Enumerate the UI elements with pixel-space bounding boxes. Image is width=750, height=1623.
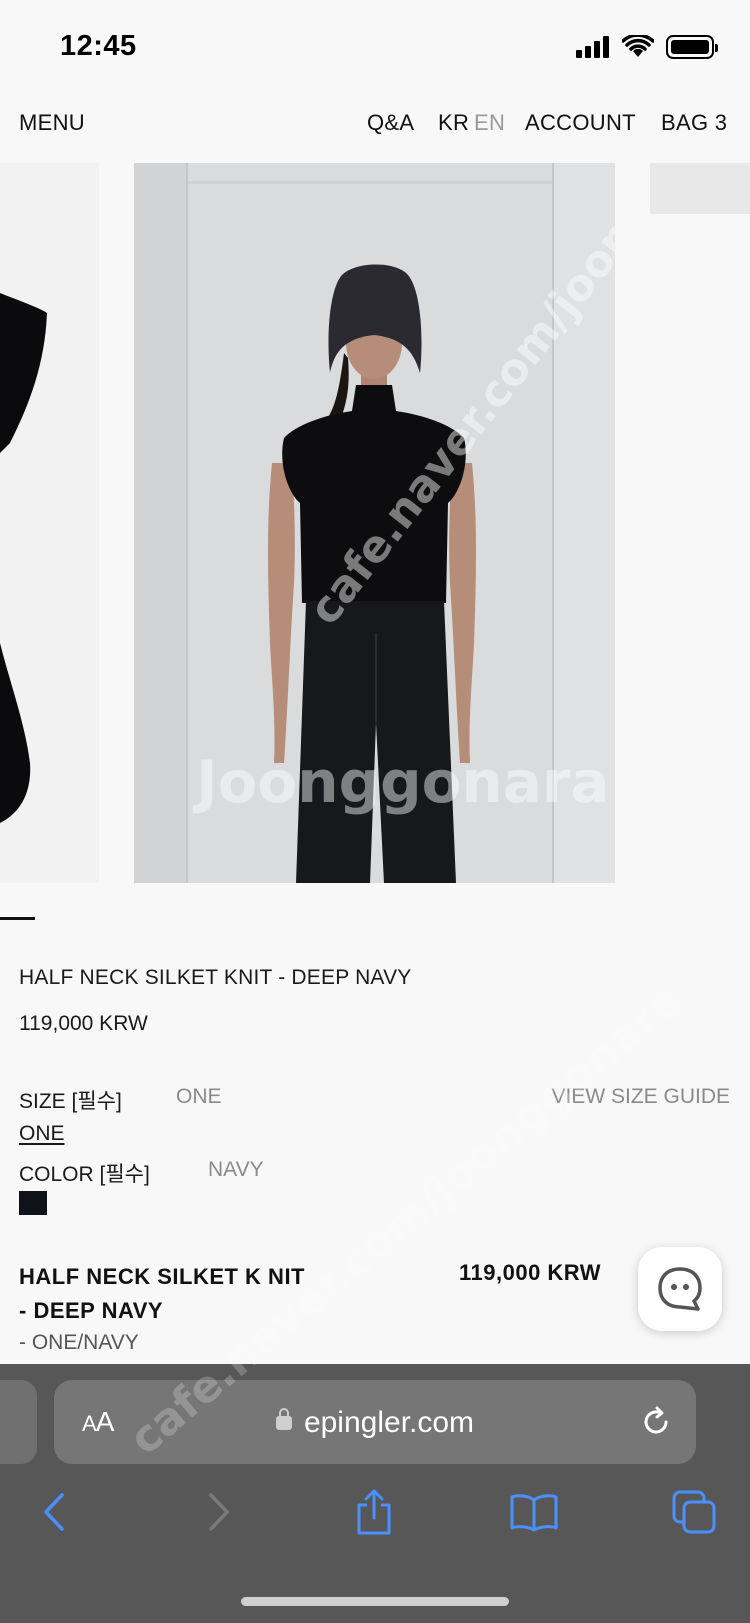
account-link[interactable]: ACCOUNT xyxy=(525,110,636,136)
status-time: 12:45 xyxy=(60,30,137,62)
wifi-icon xyxy=(622,35,654,57)
color-swatch-navy[interactable] xyxy=(19,1191,47,1215)
battery-icon xyxy=(666,35,718,59)
status-icons xyxy=(576,34,718,60)
forward-button[interactable] xyxy=(188,1482,248,1542)
size-value: ONE xyxy=(176,1085,222,1108)
product-title: HALF NECK SILKET KNIT - DEEP NAVY xyxy=(19,966,412,989)
gallery-indicator xyxy=(0,917,35,920)
menu-link[interactable]: MENU xyxy=(19,110,85,136)
url-text: epingler.com xyxy=(303,1406,475,1439)
browser-bottom-bar: AA epingler.com cafe.naver.com/joonggona… xyxy=(0,974,750,1623)
garment-image xyxy=(0,293,47,823)
gallery-slide-main[interactable]: cafe.naver.com/joonggonara Joonggonara xyxy=(134,163,615,883)
product-gallery[interactable]: cafe.naver.com/joonggonara Joonggonara xyxy=(0,163,750,883)
gallery-slide-next[interactable] xyxy=(650,163,750,214)
bag-link[interactable]: BAG 3 xyxy=(661,110,727,136)
site-header: MENU Q&A KR EN ACCOUNT BAG 3 xyxy=(0,110,750,150)
size-guide-link[interactable]: VIEW SIZE GUIDE xyxy=(551,1085,730,1109)
chat-button[interactable] xyxy=(638,1247,722,1331)
chevron-left-icon xyxy=(44,1493,64,1531)
chevron-right-icon xyxy=(209,1493,229,1531)
url-display: epingler.com xyxy=(54,1406,696,1440)
share-icon xyxy=(357,1489,391,1535)
size-label: SIZE [필수] xyxy=(19,1090,122,1113)
color-label: COLOR [필수] xyxy=(19,1163,150,1186)
qa-link[interactable]: Q&A xyxy=(367,110,414,136)
address-bar[interactable]: AA epingler.com xyxy=(54,1380,696,1464)
selected-item-price: 119,000 KRW xyxy=(459,1260,602,1285)
previous-tab-peek[interactable] xyxy=(0,1380,37,1464)
lang-kr-link[interactable]: KR xyxy=(438,110,469,136)
gallery-slide-previous[interactable] xyxy=(0,163,99,883)
bookmarks-button[interactable] xyxy=(504,1482,564,1542)
back-button[interactable] xyxy=(25,1482,85,1542)
product-price: 119,000 KRW xyxy=(19,1012,148,1035)
cellular-signal-icon xyxy=(576,36,610,58)
lock-icon xyxy=(275,1408,292,1430)
selected-item-option: - ONE/NAVY xyxy=(19,1331,139,1354)
lang-en-link[interactable]: EN xyxy=(474,110,505,136)
book-icon xyxy=(510,1494,558,1532)
reload-icon[interactable] xyxy=(638,1404,674,1440)
home-indicator xyxy=(241,1597,509,1606)
chat-bubble-icon xyxy=(658,1267,702,1311)
tabs-icon xyxy=(672,1490,716,1534)
status-bar: 12:45 xyxy=(0,0,750,95)
share-button[interactable] xyxy=(344,1482,404,1542)
color-value: NAVY xyxy=(208,1158,264,1181)
tabs-button[interactable] xyxy=(664,1482,724,1542)
selected-item-name: HALF NECK SILKET K NIT - DEEP NAVY xyxy=(19,1264,305,1323)
size-option-one[interactable]: ONE xyxy=(19,1122,65,1146)
model-photo xyxy=(134,163,615,883)
